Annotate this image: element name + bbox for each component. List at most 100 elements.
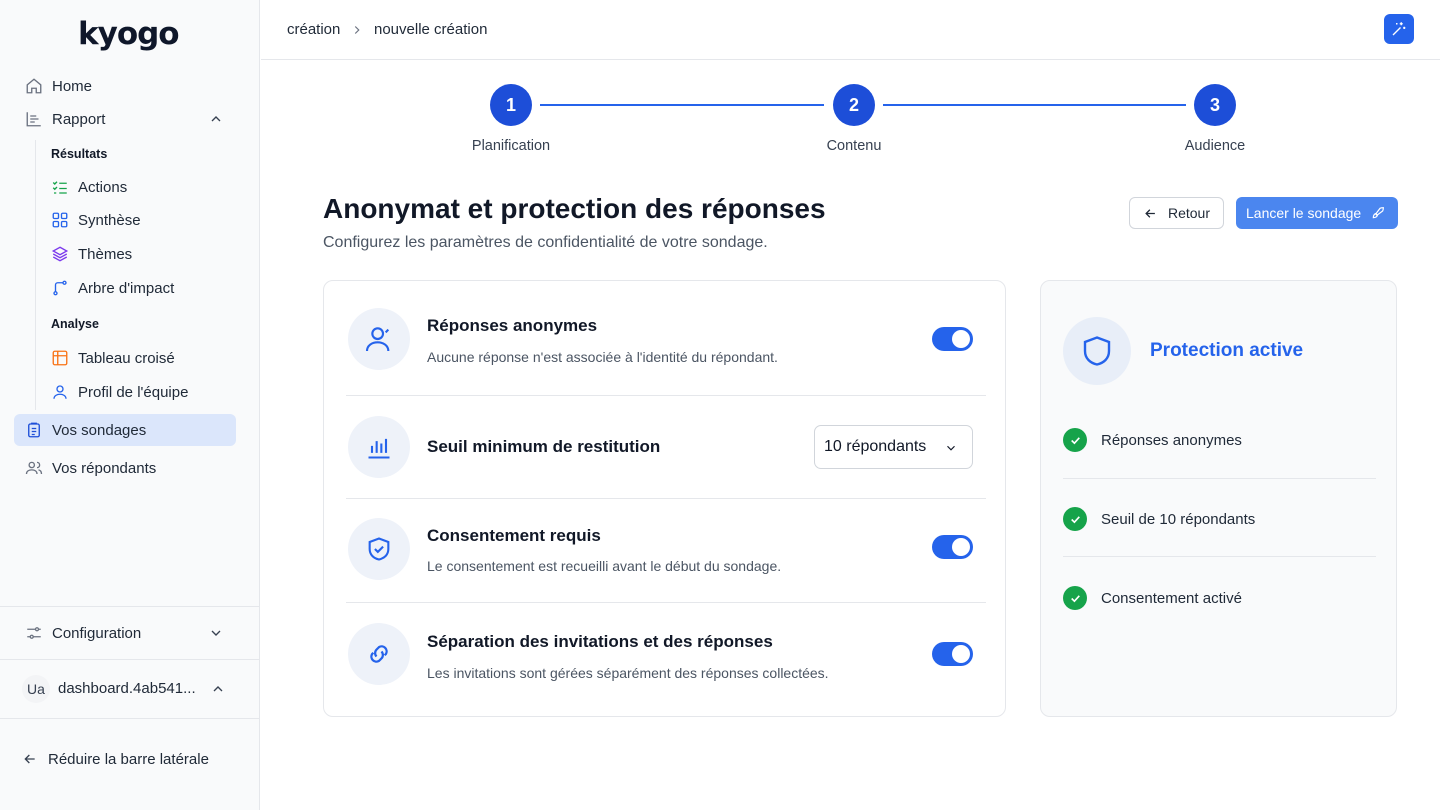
report-icon (24, 109, 44, 129)
nav-sondages[interactable]: Vos sondages (14, 414, 236, 446)
step-connector (540, 104, 824, 106)
nav-profil-label: Profil de l'équipe (78, 383, 189, 401)
user-icon (348, 308, 410, 370)
check-circle-icon (1063, 586, 1087, 610)
step-2-circle[interactable]: 2 (833, 84, 875, 126)
step-1-label: Planification (471, 138, 551, 154)
row-divider (346, 602, 986, 603)
nav-rapport-label: Rapport (52, 110, 106, 128)
step-connector (883, 104, 1186, 106)
nav-configuration[interactable]: Configuration (14, 617, 236, 649)
launch-survey-button[interactable]: Lancer le sondage (1236, 197, 1398, 229)
summary-item: Consentement activé (1063, 585, 1383, 611)
table-icon (50, 348, 70, 368)
section-heading-analyse: Analyse (51, 317, 99, 331)
summary-item-label: Seuil de 10 répondants (1101, 510, 1256, 528)
grid-icon (50, 210, 70, 230)
sliders-icon (24, 623, 44, 643)
anonymous-toggle[interactable] (932, 327, 973, 351)
submenu-guide (35, 140, 36, 410)
nav-home[interactable]: Home (14, 70, 236, 102)
row-divider (346, 498, 986, 499)
anonymous-desc: Aucune réponse n'est associée à l'identi… (427, 349, 778, 365)
sidebar-divider (0, 606, 260, 607)
chevron-up-icon[interactable] (210, 681, 226, 702)
nav-arbre-label: Arbre d'impact (78, 279, 175, 297)
consent-desc: Le consentement est recueilli avant le d… (427, 558, 782, 574)
nav-arbre[interactable]: Arbre d'impact (48, 273, 236, 303)
git-branch-icon (50, 278, 70, 298)
summary-divider (1063, 478, 1376, 479)
consent-title: Consentement requis (427, 526, 601, 545)
check-circle-icon (1063, 428, 1087, 452)
privacy-settings-card: Réponses anonymes Aucune réponse n'est a… (323, 280, 1006, 717)
separation-title: Séparation des invitations et des répons… (427, 632, 773, 651)
step-1-circle[interactable]: 1 (490, 84, 532, 126)
ai-assistant-button[interactable] (1384, 14, 1414, 44)
section-heading-resultats: Résultats (51, 147, 108, 161)
collapse-sidebar-label: Réduire la barre latérale (48, 750, 209, 768)
separation-toggle[interactable] (932, 642, 973, 666)
breadcrumb-current: nouvelle création (374, 21, 488, 38)
nav-tableau[interactable]: Tableau croisé (48, 343, 236, 373)
check-circle-icon (1063, 507, 1087, 531)
link-icon (348, 623, 410, 685)
user-icon (50, 382, 70, 402)
breadcrumb-parent[interactable]: création (287, 21, 340, 38)
nav-repondants-label: Vos répondants (52, 459, 157, 477)
avatar[interactable]: Ua (22, 675, 50, 703)
chevron-up-icon[interactable] (208, 111, 224, 131)
nav-repondants[interactable]: Vos répondants (14, 452, 236, 484)
page-subtitle: Configurez les paramètres de confidentia… (323, 234, 768, 251)
step-3-label: Audience (1184, 138, 1246, 154)
chevron-down-icon (944, 441, 958, 460)
summary-title: Protection active (1150, 340, 1304, 361)
summary-item-label: Réponses anonymes (1101, 431, 1242, 449)
user-account-name[interactable]: dashboard.4ab541... (58, 680, 196, 697)
summary-item-label: Consentement activé (1101, 589, 1242, 607)
home-icon (24, 76, 44, 96)
arrow-left-icon (1143, 206, 1158, 221)
step-3-circle[interactable]: 3 (1194, 84, 1236, 126)
checklist-icon (50, 177, 70, 197)
chevron-down-icon[interactable] (208, 625, 224, 645)
collapse-sidebar-button[interactable]: Réduire la barre latérale (22, 748, 209, 770)
sidebar-divider (0, 718, 260, 719)
step-2-label: Contenu (826, 138, 882, 154)
nav-synthese[interactable]: Synthèse (48, 205, 236, 235)
shield-check-icon (348, 518, 410, 580)
summary-item: Seuil de 10 répondants (1063, 506, 1383, 532)
nav-sondages-label: Vos sondages (52, 421, 147, 439)
back-button[interactable]: Retour (1129, 197, 1224, 229)
nav-rapport[interactable]: Rapport (14, 103, 236, 135)
arrow-left-icon (22, 751, 38, 767)
shield-icon (1063, 317, 1131, 385)
launch-button-label: Lancer le sondage (1246, 205, 1362, 221)
anonymous-title: Réponses anonymes (427, 316, 598, 335)
rocket-icon (1370, 205, 1386, 224)
summary-item: Réponses anonymes (1063, 427, 1383, 453)
nav-profil[interactable]: Profil de l'équipe (48, 377, 236, 407)
nav-actions-label: Actions (78, 178, 128, 196)
nav-themes[interactable]: Thèmes (48, 239, 236, 269)
separation-desc: Les invitations sont gérées séparément d… (427, 665, 829, 681)
chevron-right-icon (350, 23, 364, 42)
row-divider (346, 395, 986, 396)
top-bar: création nouvelle création (261, 0, 1440, 60)
sparkle-icon (1390, 20, 1408, 38)
protection-summary-card: Protection active Réponses anonymes Seui… (1040, 280, 1397, 717)
summary-divider (1063, 556, 1376, 557)
nav-synthese-label: Synthèse (78, 211, 141, 229)
nav-tableau-label: Tableau croisé (78, 349, 175, 367)
consent-toggle[interactable] (932, 535, 973, 559)
layers-icon (50, 244, 70, 264)
nav-actions[interactable]: Actions (48, 172, 236, 202)
clipboard-icon (24, 420, 44, 440)
app-logo[interactable]: kyogo (78, 16, 180, 52)
nav-themes-label: Thèmes (78, 245, 133, 263)
threshold-select[interactable]: 10 répondants (814, 425, 973, 469)
nav-configuration-label: Configuration (52, 624, 142, 642)
back-button-label: Retour (1167, 205, 1211, 221)
page-title: Anonymat et protection des réponses (323, 193, 826, 224)
users-icon (24, 458, 44, 478)
